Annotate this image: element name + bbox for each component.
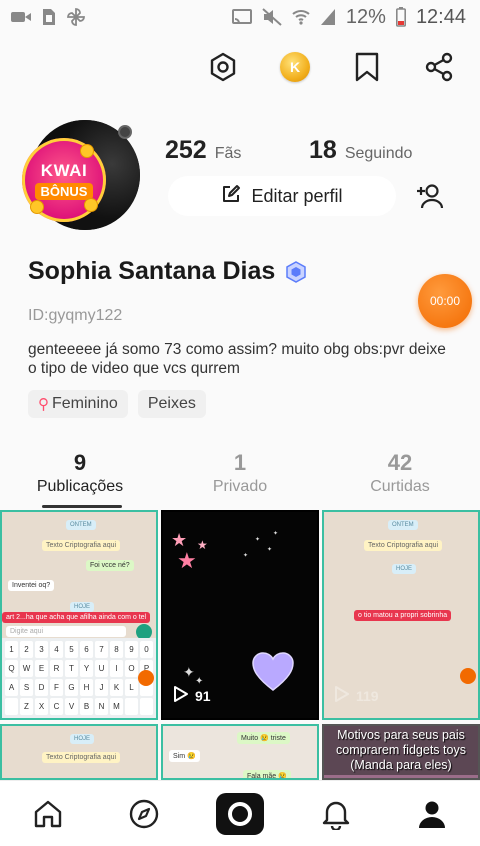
view-count: 119: [334, 685, 379, 706]
chat-highlight-message: o tio matou a propri sobrinha: [354, 610, 452, 621]
avatar-status-dot: [118, 125, 132, 139]
video-thumbnail[interactable]: Muito 😢 triste Sim 😢 Fala mãe 😢: [161, 724, 319, 780]
profile-icon[interactable]: [408, 790, 456, 838]
chat-highlight-message: art 2...ha que acha que afilha ainda com…: [2, 612, 151, 623]
tab-label: Curtidas: [370, 478, 430, 495]
fans-stat[interactable]: 252 Fãs: [165, 136, 241, 165]
share-icon[interactable]: [420, 48, 458, 86]
chat-message: Foi vcce né?: [86, 560, 134, 571]
tag-zodiac-label: Peixes: [147, 395, 196, 412]
gold-coin-icon[interactable]: K: [276, 48, 314, 86]
video-grid: ONTEM Texto Criptografia aqui Foi vcce n…: [0, 510, 480, 780]
tab-label: Publicações: [36, 478, 124, 495]
profile-name: Sophia Santana Dias: [28, 257, 276, 285]
video-thumbnail[interactable]: ★ ★ ★ ✦ ✦ ✦ ✦ ✦ ✦ 91: [161, 510, 319, 720]
star-icon: ★: [177, 548, 197, 573]
bottom-nav: [0, 780, 480, 846]
view-count: 91: [173, 685, 211, 706]
edit-icon: [221, 184, 241, 209]
chat-message: Sim 😢: [169, 750, 200, 762]
bookmark-icon[interactable]: [348, 48, 386, 86]
tab-privado[interactable]: 1 Privado: [160, 450, 320, 508]
chat-date-pill: HOJE: [70, 602, 95, 612]
play-icon: [334, 685, 350, 706]
battery-icon: [395, 7, 406, 27]
video-camera-icon: [10, 9, 32, 25]
chat-encryption-note: Texto Criptografia aqui: [42, 540, 121, 551]
female-symbol-icon: ⚲: [38, 396, 49, 413]
pinwheel-icon: [66, 7, 86, 27]
sim-card-icon: [42, 8, 56, 26]
video-thumbnail[interactable]: HOJE Texto Criptografia aqui: [0, 724, 158, 780]
kwai-bonus-badge[interactable]: KWAI BÔNUS: [22, 138, 106, 222]
mute-icon: [262, 8, 282, 26]
tab-count: 42: [387, 450, 413, 475]
fans-label: Fãs: [214, 145, 242, 162]
tab-count: 1: [233, 450, 247, 475]
chat-encryption-note: Texto Criptografia aqui: [42, 752, 121, 763]
cast-icon: [231, 9, 252, 25]
battery-percent: 12%: [345, 5, 386, 28]
bonus-subtitle: BÔNUS: [34, 182, 94, 200]
chat-message: Inventei oq?: [8, 580, 55, 591]
keyboard: 1234567890 QWERTYUIOP ASDFGHJKL ZXCVBNM: [2, 638, 156, 718]
camera-icon[interactable]: [216, 790, 264, 838]
profile-tabs: 9 Publicações 1 Privado 42 Curtidas: [0, 450, 480, 508]
tag-gender-label: Feminino: [52, 395, 118, 412]
mini-timer-icon: [138, 670, 154, 686]
verified-icon: [285, 260, 307, 283]
following-count: 18: [309, 136, 337, 164]
user-id: ID:gyqmy122: [28, 307, 123, 324]
fans-count: 252: [165, 136, 207, 164]
play-icon: [173, 685, 189, 706]
status-bar: 12% 12:44: [0, 0, 480, 34]
chat-message: Muito 😢 triste: [237, 732, 290, 744]
tag-zodiac: Peixes: [137, 390, 206, 418]
home-icon[interactable]: [24, 790, 72, 838]
chat-date-pill: HOJE: [70, 734, 95, 744]
video-thumbnail[interactable]: ONTEM Texto Criptografia aqui HOJE o tio…: [322, 510, 480, 720]
add-friend-icon[interactable]: [412, 178, 448, 214]
video-thumbnail[interactable]: Motivos para seus pais comprarem fidgets…: [322, 724, 480, 780]
following-stat[interactable]: 18 Seguindo: [309, 136, 412, 165]
mini-timer-icon: [460, 668, 476, 684]
tab-publicacoes[interactable]: 9 Publicações: [0, 450, 160, 508]
edit-profile-button[interactable]: Editar perfil: [168, 176, 396, 216]
compass-icon[interactable]: [120, 790, 168, 838]
bio: genteeeee já somo 73 como assim? muito o…: [28, 341, 446, 377]
clock: 12:44: [415, 5, 466, 28]
signal-icon: [320, 8, 336, 26]
chat-date-pill: HOJE: [392, 564, 417, 574]
tab-count: 9: [73, 450, 87, 475]
chat-encryption-note: Texto Criptografia aqui: [364, 540, 443, 551]
tab-label: Privado: [212, 478, 268, 495]
chat-date-pill: ONTEM: [388, 520, 418, 530]
view-count-value: 119: [356, 687, 379, 704]
settings-hex-icon[interactable]: [204, 48, 242, 86]
recording-timer-button[interactable]: 00:00: [418, 274, 472, 328]
name-row: Sophia Santana Dias: [28, 257, 307, 286]
bonus-title: KWAI: [40, 160, 88, 180]
edit-profile-label: Editar perfil: [251, 185, 343, 206]
profile-tags: ⚲ Feminino Peixes: [28, 390, 206, 418]
tag-gender: ⚲ Feminino: [28, 390, 128, 418]
chat-date-pill: ONTEM: [66, 520, 96, 530]
heart-icon: [251, 652, 295, 697]
view-count-value: 91: [195, 687, 211, 704]
tab-curtidas[interactable]: 42 Curtidas: [320, 450, 480, 508]
chat-message: Fala mãe 😢: [243, 770, 291, 778]
star-icon: ★: [197, 538, 208, 552]
wifi-icon: [292, 8, 310, 26]
video-caption: Motivos para seus pais comprarem fidgets…: [324, 726, 478, 775]
top-actions: K: [204, 48, 458, 86]
bell-icon[interactable]: [312, 790, 360, 838]
following-label: Seguindo: [344, 145, 413, 162]
chat-input: Digite aqui: [6, 626, 126, 637]
video-thumbnail[interactable]: ONTEM Texto Criptografia aqui Foi vcce n…: [0, 510, 158, 720]
active-tab-indicator: [42, 505, 122, 508]
